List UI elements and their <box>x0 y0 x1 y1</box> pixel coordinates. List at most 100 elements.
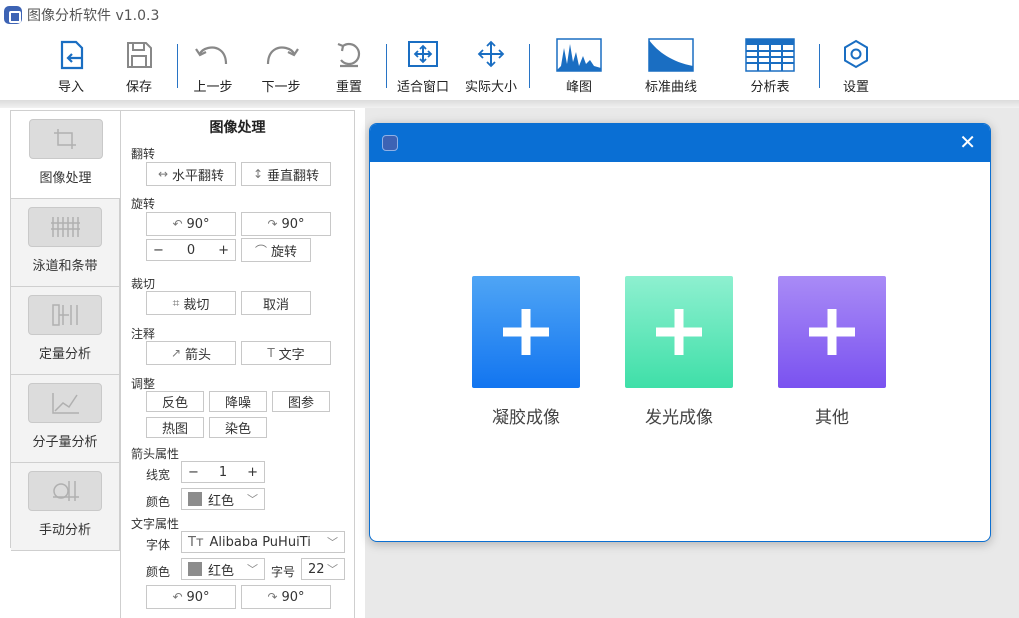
toolbar-divider <box>177 44 178 88</box>
save-button[interactable]: 保存 <box>122 38 156 95</box>
image-processing-panel: 图像处理 翻转 ↔ 水平翻转 ↕ 垂直翻转 旋转 ↶ 90° ↷ 90° − 0 + ⌒… <box>120 110 355 618</box>
arrow-color-label: 颜色 <box>146 495 171 509</box>
toolbar-divider <box>529 44 530 88</box>
actual-size-button[interactable]: 实际大小 <box>463 38 519 95</box>
text-rotate-cw-button[interactable]: ↷ 90° <box>241 585 331 609</box>
manual-thumbnail-icon <box>28 471 102 511</box>
chevron-down-icon: ﹀ <box>327 536 338 549</box>
standard-curve-button[interactable]: 标准曲线 <box>645 38 697 95</box>
toolbar-divider <box>819 44 820 88</box>
dialog-header: ✕ <box>370 124 990 162</box>
arrow-annotation-button[interactable]: ↗ 箭头 <box>146 341 236 365</box>
standard-curve-icon <box>648 38 694 72</box>
move-arrows-icon <box>477 40 505 68</box>
rotate-left-icon: ↶ <box>172 217 183 231</box>
flip-horizontal-button[interactable]: ↔ 水平翻转 <box>146 162 236 186</box>
font-family-select[interactable]: Tт Alibaba PuHuiTi ﹀ <box>181 531 345 553</box>
import-icon <box>60 40 84 70</box>
lanes-thumbnail-icon <box>28 207 102 247</box>
rotate-apply-button[interactable]: ⌒ 旋转 <box>241 238 311 262</box>
import-label: 导入 <box>57 80 84 95</box>
plus-icon <box>503 309 549 355</box>
font-icon: Tт <box>188 534 204 550</box>
tab-quantitative-analysis[interactable]: 定量分析 <box>11 287 120 375</box>
chevron-down-icon: ﹀ <box>247 493 258 506</box>
reset-button[interactable]: 重置 <box>334 38 364 95</box>
crop-cancel-button[interactable]: 取消 <box>241 291 311 315</box>
close-icon[interactable]: ✕ <box>959 132 976 152</box>
rotate-right-icon: ↷ <box>267 590 278 604</box>
font-size-label: 字号 <box>271 565 296 579</box>
analysis-table-label: 分析表 <box>750 80 790 95</box>
luminescence-imaging-label: 发光成像 <box>645 408 713 428</box>
invert-button[interactable]: 反色 <box>146 391 204 412</box>
rotation-angle-value[interactable]: 0 <box>187 243 195 258</box>
luminescence-imaging-card[interactable] <box>625 276 733 388</box>
toolbar-shadow <box>0 100 1019 108</box>
actual-size-label: 实际大小 <box>464 80 517 95</box>
peak-chart-label: 峰图 <box>565 80 592 95</box>
text-rotate-ccw-button[interactable]: ↶ 90° <box>146 585 236 609</box>
fit-window-label: 适合窗口 <box>396 80 449 95</box>
flip-vertical-button[interactable]: ↕ 垂直翻转 <box>241 162 331 186</box>
minus-icon[interactable]: − <box>153 243 164 258</box>
crop-icon: ⌗ <box>172 295 180 310</box>
image-params-button[interactable]: 图参 <box>272 391 330 412</box>
arrow-color-select[interactable]: 红色 ﹀ <box>181 488 265 510</box>
tab-label: 分子量分析 <box>32 435 98 450</box>
chevron-down-icon: ﹀ <box>327 563 338 576</box>
crop-button[interactable]: ⌗ 裁切 <box>146 291 236 315</box>
font-label: 字体 <box>146 538 171 552</box>
tab-molecular-weight-analysis[interactable]: 分子量分析 <box>11 375 120 463</box>
toolbar-divider <box>386 44 387 88</box>
undo-button[interactable]: 上一步 <box>192 38 234 95</box>
peak-chart-button[interactable]: 峰图 <box>556 38 602 95</box>
crop-section-label: 裁切 <box>131 277 156 291</box>
line-width-label: 线宽 <box>146 468 171 482</box>
save-label: 保存 <box>125 80 152 95</box>
crop-thumbnail-icon <box>28 119 103 159</box>
rotate-left-icon: ↶ <box>172 590 183 604</box>
rotate-cw-button[interactable]: ↷ 90° <box>241 212 331 236</box>
rotate-right-icon: ↷ <box>267 217 278 231</box>
undo-label: 上一步 <box>193 80 233 95</box>
rotate-section-label: 旋转 <box>131 197 156 211</box>
gel-imaging-card[interactable] <box>472 276 580 388</box>
rotation-angle-stepper[interactable]: − 0 + <box>146 239 236 261</box>
toolbar: 导入 保存 上一步 下一步 重置 适合窗口 实际大小 峰图 标准曲线 分析表 设… <box>0 30 1019 102</box>
denoise-button[interactable]: 降噪 <box>209 391 267 412</box>
text-icon: T <box>267 346 275 360</box>
rotate-ccw-button[interactable]: ↶ 90° <box>146 212 236 236</box>
app-title: 图像分析软件 v1.0.3 <box>27 8 160 24</box>
left-tab-panel: 图像处理 泳道和条带 定量分析 分子量分析 手动分析 <box>10 110 120 551</box>
import-button[interactable]: 导入 <box>54 38 88 95</box>
line-width-value[interactable]: 1 <box>219 465 227 480</box>
stain-button[interactable]: 染色 <box>209 417 267 438</box>
heatmap-button[interactable]: 热图 <box>146 417 204 438</box>
peak-chart-icon <box>556 38 602 72</box>
gel-imaging-label: 凝胶成像 <box>492 408 560 428</box>
line-width-stepper[interactable]: − 1 + <box>181 461 265 483</box>
text-annotation-button[interactable]: T 文字 <box>241 341 331 365</box>
settings-button[interactable]: 设置 <box>842 38 870 95</box>
tab-image-processing[interactable]: 图像处理 <box>11 111 120 199</box>
reset-label: 重置 <box>335 80 362 95</box>
rotate-arc-icon: ⌒ <box>254 243 267 258</box>
redo-button[interactable]: 下一步 <box>260 38 302 95</box>
font-size-select[interactable]: 22 ﹀ <box>301 558 345 580</box>
text-color-select[interactable]: 红色 ﹀ <box>181 558 265 580</box>
analysis-table-button[interactable]: 分析表 <box>745 38 795 95</box>
tab-manual-analysis[interactable]: 手动分析 <box>11 463 120 551</box>
save-icon <box>127 42 152 68</box>
molecular-weight-thumbnail-icon <box>28 383 102 423</box>
plus-icon[interactable]: + <box>247 465 258 480</box>
plus-icon[interactable]: + <box>218 243 229 258</box>
plus-icon <box>656 309 702 355</box>
horizontal-arrows-icon: ↔ <box>157 167 169 181</box>
title-bar: 图像分析软件 v1.0.3 <box>0 0 1019 30</box>
fit-window-button[interactable]: 适合窗口 <box>395 38 451 95</box>
tab-lanes-bands[interactable]: 泳道和条带 <box>11 199 120 287</box>
minus-icon[interactable]: − <box>188 465 199 480</box>
other-imaging-card[interactable] <box>778 276 886 388</box>
plus-icon <box>809 309 855 355</box>
